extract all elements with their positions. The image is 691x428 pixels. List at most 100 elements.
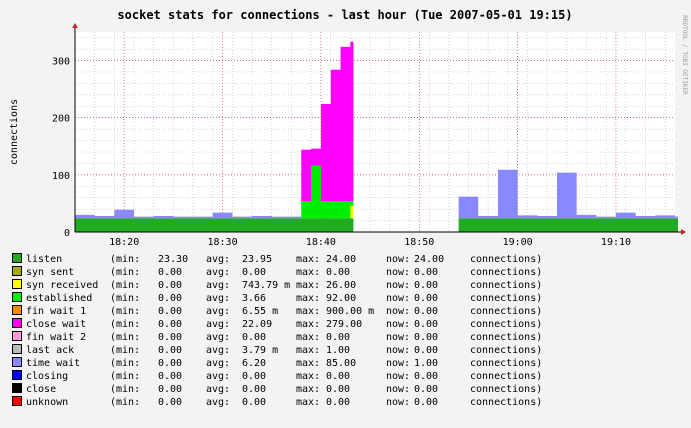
legend-avg-value: 0.00 (242, 371, 267, 382)
legend-avg-value: 743.79 m (242, 280, 291, 291)
legend-min-key: (min: (110, 306, 141, 317)
legend-avg-key: avg: (206, 384, 231, 395)
legend-avg-key: avg: (206, 358, 231, 369)
legend-now-key: now: (386, 371, 411, 382)
legend-unit: connections) (470, 371, 543, 382)
legend-max-value: 26.00 (326, 280, 357, 291)
legend-unit: connections) (470, 267, 543, 278)
y-axis-label: connections (9, 99, 20, 165)
legend-max-value: 900.00 m (326, 306, 375, 317)
legend-now-value: 24.00 (414, 254, 445, 265)
legend-label: close wait (26, 319, 87, 330)
legend-label: fin wait 1 (26, 306, 87, 317)
legend-min-key: (min: (110, 254, 141, 265)
legend-min-value: 0.00 (158, 371, 183, 382)
legend-label: fin wait 2 (26, 332, 87, 343)
legend-label: closing (26, 371, 69, 382)
legend-min-key: (min: (110, 345, 141, 356)
legend-swatch (12, 305, 22, 315)
legend-min-key: (min: (110, 319, 141, 330)
legend-unit: connections) (470, 384, 543, 395)
y-axis-arrow (72, 23, 78, 28)
legend-now-key: now: (386, 319, 411, 330)
y-tick-label: 200 (52, 114, 70, 125)
legend-label: close (26, 384, 57, 395)
legend-max-value: 85.00 (326, 358, 357, 369)
legend-avg-value: 6.55 m (242, 306, 279, 317)
x-tick-label: 18:40 (306, 237, 336, 248)
legend-now-key: now: (386, 384, 411, 395)
legend-avg-value: 3.79 m (242, 345, 279, 356)
legend-min-key: (min: (110, 397, 141, 408)
legend-avg-key: avg: (206, 280, 231, 291)
legend-max-key: max: (296, 397, 321, 408)
legend-now-key: now: (386, 254, 411, 265)
legend-max-value: 0.00 (326, 384, 351, 395)
legend-min-value: 0.00 (158, 319, 183, 330)
legend-max-key: max: (296, 384, 321, 395)
legend-avg-value: 0.00 (242, 397, 267, 408)
legend-avg-value: 23.95 (242, 254, 273, 265)
legend-unit: connections) (470, 293, 543, 304)
legend-min-value: 0.00 (158, 306, 183, 317)
legend-min-value: 0.00 (158, 267, 183, 278)
legend-max-value: 279.00 (326, 319, 363, 330)
legend-min-value: 23.30 (158, 254, 189, 265)
legend-now-value: 0.00 (414, 371, 439, 382)
legend-max-value: 92.00 (326, 293, 357, 304)
legend-avg-value: 22.09 (242, 319, 273, 330)
legend-max-value: 0.00 (326, 332, 351, 343)
legend-avg-value: 0.00 (242, 332, 267, 343)
legend-label: last ack (26, 345, 75, 356)
legend-max-value: 24.00 (326, 254, 357, 265)
legend-label: established (26, 293, 93, 304)
legend-avg-value: 6.20 (242, 358, 267, 369)
legend-max-key: max: (296, 254, 321, 265)
x-axis-arrow (681, 229, 686, 235)
chart-canvas: socket stats for connections - last hour… (0, 0, 691, 428)
legend-now-key: now: (386, 267, 411, 278)
legend-now-key: now: (386, 306, 411, 317)
legend-max-key: max: (296, 345, 321, 356)
legend-min-value: 0.00 (158, 345, 183, 356)
legend-max-value: 0.00 (326, 371, 351, 382)
legend-min-key: (min: (110, 384, 141, 395)
legend-swatch (12, 253, 22, 263)
series-area (75, 218, 354, 232)
x-tick-label: 18:20 (109, 237, 139, 248)
legend-min-key: (min: (110, 332, 141, 343)
y-tick-label: 0 (64, 228, 70, 239)
legend-avg-key: avg: (206, 293, 231, 304)
legend-min-value: 0.00 (158, 293, 183, 304)
legend-unit: connections) (470, 332, 543, 343)
legend-avg-key: avg: (206, 332, 231, 343)
legend-avg-key: avg: (206, 371, 231, 382)
legend-now-key: now: (386, 358, 411, 369)
legend-swatch (12, 370, 22, 380)
legend-avg-key: avg: (206, 267, 231, 278)
legend-now-key: now: (386, 280, 411, 291)
x-tick-label: 19:10 (601, 237, 631, 248)
legend-max-key: max: (296, 293, 321, 304)
legend-unit: connections) (470, 345, 543, 356)
legend-unit: connections) (470, 397, 543, 408)
legend-min-value: 0.00 (158, 280, 183, 291)
legend-now-value: 0.00 (414, 280, 439, 291)
legend-avg-value: 3.66 (242, 293, 267, 304)
legend-unit: connections) (470, 280, 543, 291)
watermark: RRDTOOL / TOBI OETIKER (681, 15, 688, 95)
legend-unit: connections) (470, 254, 543, 265)
legend-swatch (12, 331, 22, 341)
legend-now-value: 0.00 (414, 384, 439, 395)
legend-label: unknown (26, 397, 69, 408)
legend-label: syn received (26, 280, 99, 291)
legend-swatch (12, 396, 22, 406)
legend-min-value: 0.00 (158, 332, 183, 343)
legend-swatch (12, 344, 22, 354)
legend-now-value: 0.00 (414, 397, 439, 408)
legend-min-key: (min: (110, 358, 141, 369)
legend-avg-value: 0.00 (242, 384, 267, 395)
legend-now-value: 1.00 (414, 358, 439, 369)
legend-swatch (12, 279, 22, 289)
legend-label: listen (26, 254, 63, 265)
